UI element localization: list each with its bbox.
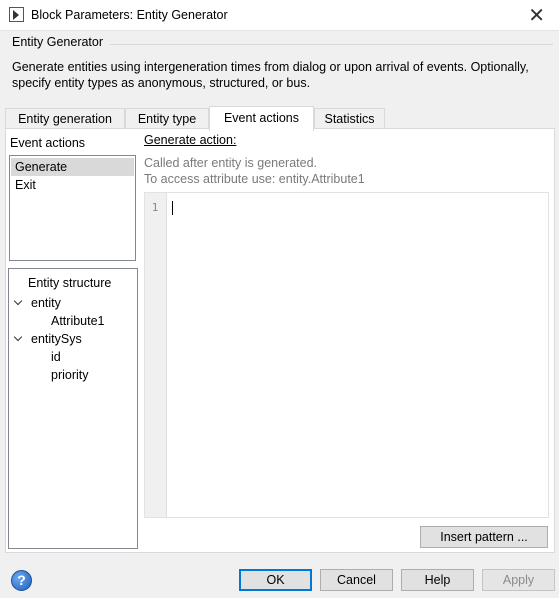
apply-button[interactable]: Apply	[482, 569, 555, 591]
entity-structure-title: Entity structure	[28, 276, 112, 290]
group-divider	[110, 44, 553, 45]
tree-node-attribute1[interactable]: Attribute1	[51, 313, 105, 330]
tree-node-entitysys[interactable]: entitySys	[31, 331, 82, 348]
line-number-gutter: 1	[145, 193, 167, 517]
tab-event-actions[interactable]: Event actions	[209, 106, 314, 131]
hint-line-1: Called after entity is generated.	[144, 156, 318, 170]
title-bar: Block Parameters: Entity Generator ✕	[0, 0, 559, 31]
group-title: Entity Generator	[12, 35, 104, 49]
tree-node-id[interactable]: id	[51, 349, 61, 366]
hint-line-2: To access attribute use: entity.Attribut…	[144, 172, 365, 186]
window-title: Block Parameters: Entity Generator	[31, 8, 228, 22]
line-number: 1	[151, 201, 159, 214]
code-editor[interactable]: 1	[144, 192, 549, 518]
tree-node-priority[interactable]: priority	[51, 367, 89, 384]
simulink-block-icon	[9, 7, 24, 22]
tab-entity-generation[interactable]: Entity generation	[5, 108, 125, 130]
event-actions-list: Generate Exit	[9, 155, 136, 261]
help-icon[interactable]: ?	[11, 570, 32, 591]
chevron-down-icon[interactable]	[13, 332, 23, 342]
event-actions-label: Event actions	[10, 136, 86, 150]
help-button[interactable]: Help	[401, 569, 474, 591]
tab-entity-type[interactable]: Entity type	[125, 108, 209, 130]
tree-node-entity[interactable]: entity	[31, 295, 61, 312]
event-action-exit[interactable]: Exit	[11, 176, 134, 194]
text-caret	[172, 201, 173, 215]
tab-statistics[interactable]: Statistics	[314, 108, 385, 130]
chevron-down-icon[interactable]	[13, 296, 23, 306]
ok-button[interactable]: OK	[239, 569, 312, 591]
group-description: Generate entities using intergeneration …	[12, 60, 529, 90]
close-icon[interactable]: ✕	[528, 3, 545, 28]
insert-pattern-button[interactable]: Insert pattern ...	[420, 526, 548, 548]
entity-structure-panel: Entity structure entity Attribute1 entit…	[8, 268, 138, 549]
generate-action-label: Generate action:	[144, 133, 237, 147]
event-action-generate[interactable]: Generate	[11, 158, 134, 176]
generate-action-hint: Called after entity is generated. To acc…	[144, 155, 365, 187]
cancel-button[interactable]: Cancel	[320, 569, 393, 591]
